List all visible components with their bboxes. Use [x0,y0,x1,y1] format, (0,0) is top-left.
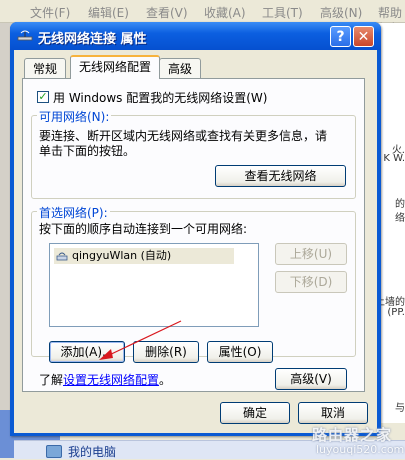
view-wireless-networks-button[interactable]: 查看无线网络 [215,165,346,187]
menu-view[interactable]: 查看(V) [146,4,188,21]
dialog-client-area: 常规 无线网络配置 高级 ✓ 用 Windows 配置我的无线网络设置(W) 可… [14,50,377,433]
watermark-url: luyouqi520.com [316,443,405,456]
learn-suffix: 。 [159,373,172,387]
move-up-button[interactable]: 上移(U) [275,243,347,265]
menu-tools[interactable]: 工具(T) [262,4,303,21]
ok-button[interactable]: 确定 [220,402,290,424]
menu-edit[interactable]: 编辑(E) [88,4,129,21]
tab-wireless-networks[interactable]: 无线网络配置 [70,55,161,79]
list-item[interactable]: qingyuWlan (自动) [54,248,234,264]
wireless-network-icon [56,252,68,261]
menu-favorites[interactable]: 收藏(A) [204,4,246,21]
background-text-fragment: 与 [395,403,405,414]
wireless-networks-panel: ✓ 用 Windows 配置我的无线网络设置(W) 可用网络(N): 要连接、断… [22,78,365,392]
preferred-networks-label: 首选网络(P): [37,204,110,221]
cancel-button[interactable]: 取消 [298,402,368,424]
move-down-button[interactable]: 下移(D) [275,271,347,293]
network-properties-button[interactable]: 属性(O) [207,341,273,363]
background-menubar: 文件(F) 编辑(E) 查看(V) 收藏(A) 工具(T) 高级(N) 帮助(H… [0,0,405,35]
background-text-fragment: (PP. [387,307,405,318]
background-text-fragment: K W. [383,153,405,164]
use-windows-checkbox[interactable]: ✓ [37,91,49,103]
learn-wireless-config-link[interactable]: 设置无线网络配置 [63,373,159,387]
dialog-title: 无线网络连接 属性 [38,32,147,47]
preferred-description: 按下面的顺序自动连接到一个可用网络: [39,222,248,236]
my-computer-link[interactable]: 我的电脑 [68,443,116,460]
watermark: 路由器之家 [312,426,393,444]
network-connection-icon [17,30,33,41]
background-text-fragment: 络 [395,213,405,224]
menu-advanced[interactable]: 高级(N) [320,4,362,21]
learn-prefix: 了解 [39,373,64,387]
available-description-line2: 单击下面的按钮。 [39,144,136,158]
help-button[interactable]: ? [330,26,351,47]
preferred-networks-list[interactable]: qingyuWlan (自动) [49,243,259,327]
properties-dialog: 无线网络连接 属性 ? ✕ 常规 无线网络配置 高级 ✓ 用 Windows 配… [10,22,381,436]
dialog-titlebar[interactable]: 无线网络连接 属性 ? ✕ [10,22,381,50]
my-computer-icon[interactable] [46,445,62,458]
available-networks-label: 可用网络(N): [37,108,112,125]
background-text-fragment: 的 [395,199,405,210]
annotation-arrow [99,320,182,360]
close-button[interactable]: ✕ [353,26,374,47]
menu-file[interactable]: 文件(F) [30,4,70,21]
learn-more-text: 了解设置无线网络配置。 [39,371,171,388]
network-name: qingyuWlan (自动) [72,249,172,262]
advanced-settings-button[interactable]: 高级(V) [275,368,347,390]
tab-general[interactable]: 常规 [24,58,67,78]
use-windows-label[interactable]: 用 Windows 配置我的无线网络设置(W) [53,89,267,106]
tab-advanced[interactable]: 高级 [159,58,202,78]
